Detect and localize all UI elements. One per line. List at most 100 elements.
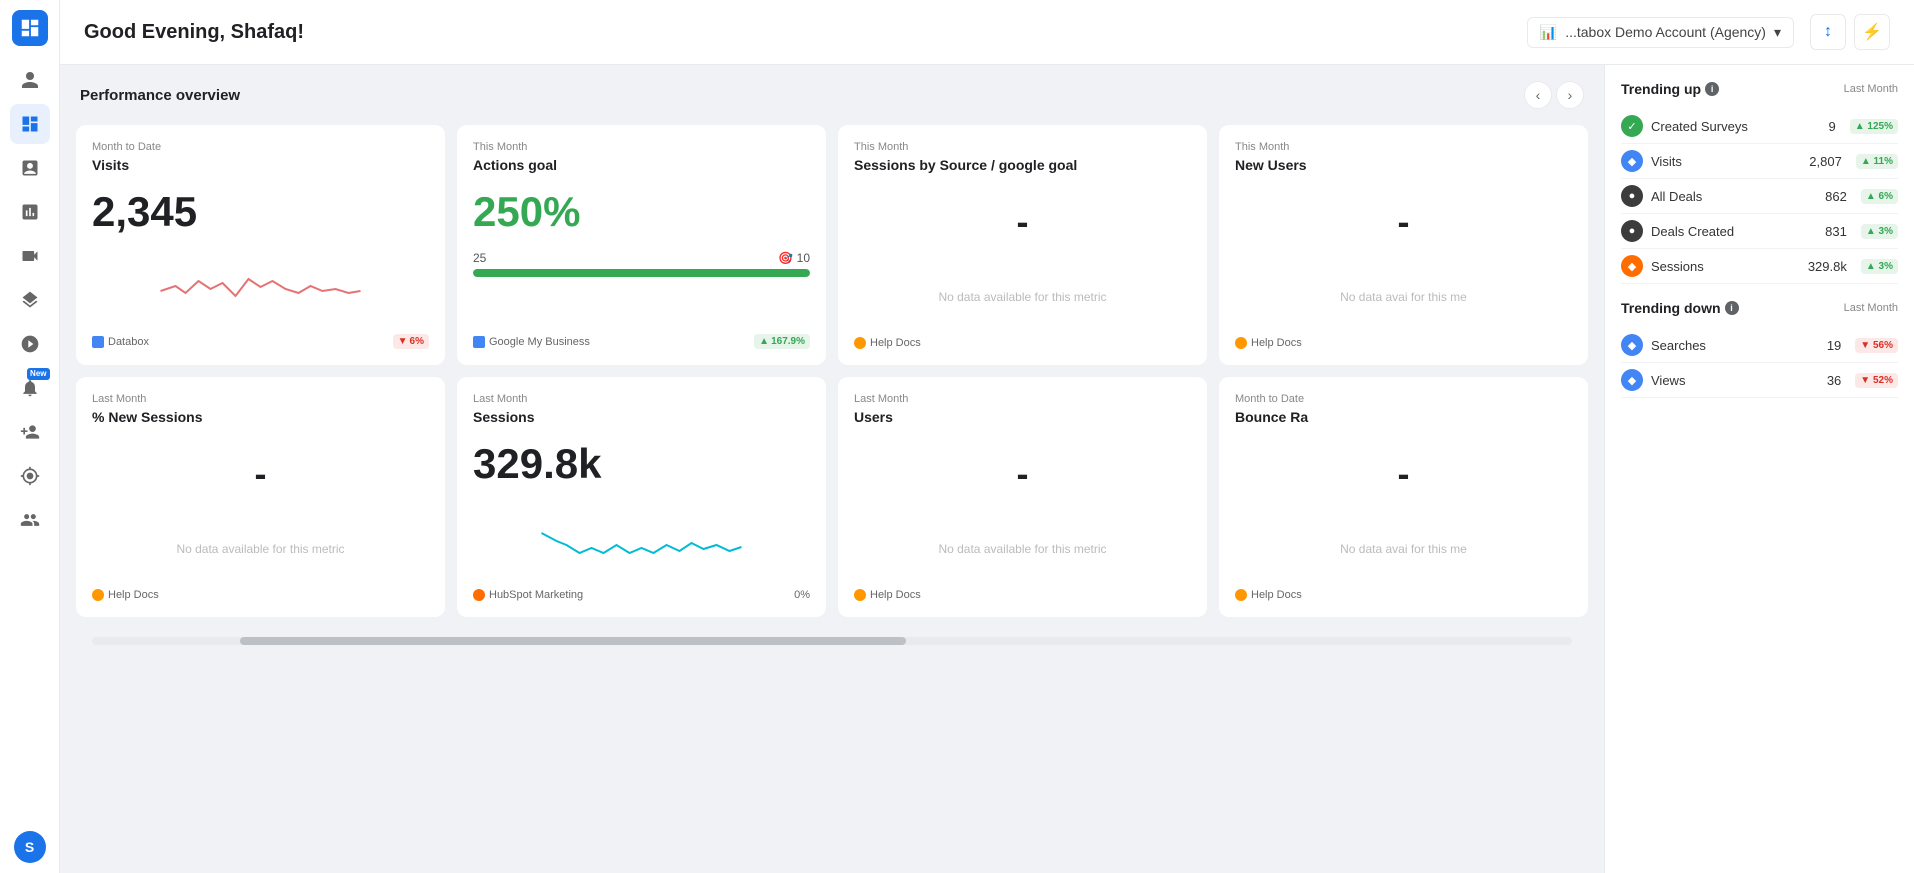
main-content: Good Evening, Shafaq! 📊 ...tabox Demo Ac… [60, 0, 1914, 873]
progress-bar-fill [473, 269, 810, 277]
sessions-icon: ◆ [1621, 255, 1643, 277]
card-footer: Help Docs [854, 337, 1191, 349]
sidebar-item-settings[interactable] [10, 456, 50, 496]
source-label: Help Docs [870, 589, 921, 601]
progress-row: 25 🎯 10 [473, 251, 810, 265]
created-surveys-icon: ✓ [1621, 115, 1643, 137]
sidebar-item-layers[interactable] [10, 280, 50, 320]
sidebar-item-reports[interactable] [10, 192, 50, 232]
scrollbar-track [92, 637, 1572, 645]
trending-item-visits: ◆ Visits 2,807 ▲ 11% [1621, 144, 1898, 179]
trending-down-title: Trending down i [1621, 300, 1739, 316]
trending-item-name: Sessions [1651, 259, 1800, 274]
last-month-label: Last Month [1844, 83, 1898, 95]
sessions-sparkline [473, 503, 810, 563]
card-footer: Help Docs [854, 589, 1191, 601]
card-period: Last Month [473, 393, 810, 405]
card-value: 250% [473, 189, 810, 235]
trending-item-all-deals: ● All Deals 862 ▲ 6% [1621, 179, 1898, 214]
trending-item-value: 862 [1825, 189, 1847, 204]
change-badge: ▲ 167.9% [754, 334, 810, 349]
card-title: Sessions by Source / google goal [854, 157, 1191, 173]
right-sidebar: Trending up i Last Month ✓ Created Surve… [1604, 65, 1914, 873]
source-label: Help Docs [870, 337, 921, 349]
trending-badge: ▼ 56% [1855, 338, 1898, 353]
card-period: This Month [1235, 141, 1572, 153]
trending-item-name: Deals Created [1651, 224, 1817, 239]
sort-icon-button[interactable]: ↕ [1810, 14, 1846, 50]
sidebar-item-add-user[interactable] [10, 412, 50, 452]
account-selector[interactable]: 📊 ...tabox Demo Account (Agency) ▾ [1527, 17, 1794, 48]
card-visits: Month to Date Visits 2,345 Databox ▼ 6% [76, 125, 445, 365]
performance-overview-title: Performance overview [80, 87, 240, 104]
card-title: Sessions [473, 409, 810, 425]
source-label: Help Docs [1251, 337, 1302, 349]
sidebar-item-user-profile[interactable] [10, 60, 50, 100]
trending-item-name: Created Surveys [1651, 119, 1821, 134]
card-users: Last Month Users - No data available for… [838, 377, 1207, 617]
card-source: Help Docs [1235, 337, 1302, 349]
card-source: HubSpot Marketing [473, 589, 583, 601]
no-data-text: No data available for this metric [938, 522, 1106, 576]
card-period: This Month [854, 141, 1191, 153]
progress-bar-bg [473, 269, 810, 277]
searches-icon: ◆ [1621, 334, 1643, 356]
trending-item-value: 9 [1829, 119, 1836, 134]
no-data-text: No data avai for this me [1340, 522, 1467, 576]
trending-down-header: Trending down i Last Month [1621, 300, 1898, 316]
card-title: Bounce Ra [1235, 409, 1572, 425]
trending-item-value: 36 [1827, 373, 1841, 388]
source-label: Databox [108, 336, 149, 348]
card-title: Users [854, 409, 1191, 425]
trending-item-value: 19 [1827, 338, 1841, 353]
next-arrow[interactable]: › [1556, 81, 1584, 109]
trending-item-sessions: ◆ Sessions 329.8k ▲ 3% [1621, 249, 1898, 284]
prev-arrow[interactable]: ‹ [1524, 81, 1552, 109]
sidebar: New S [0, 0, 60, 873]
info-icon[interactable]: i [1705, 82, 1719, 96]
card-period: Month to Date [92, 141, 429, 153]
cards-row-2: Last Month % New Sessions - No data avai… [76, 377, 1588, 617]
card-sessions-source: This Month Sessions by Source / google g… [838, 125, 1207, 365]
card-sessions: Last Month Sessions 329.8k HubSpot Marke… [457, 377, 826, 617]
progress-section: 25 🎯 10 [473, 251, 810, 277]
trending-item-value: 831 [1825, 224, 1847, 239]
sidebar-item-dashboard[interactable] [10, 104, 50, 144]
trending-item-name: Visits [1651, 154, 1801, 169]
visits-icon: ◆ [1621, 150, 1643, 172]
trending-item-name: All Deals [1651, 189, 1817, 204]
sidebar-item-target[interactable] [10, 324, 50, 364]
trending-item-views: ◆ Views 36 ▼ 52% [1621, 363, 1898, 398]
card-source: Help Docs [854, 337, 921, 349]
card-footer: Help Docs [1235, 337, 1572, 349]
account-icon: 📊 [1540, 24, 1557, 41]
app-logo[interactable] [12, 10, 48, 46]
card-source: Help Docs [854, 589, 921, 601]
user-avatar[interactable]: S [14, 831, 46, 863]
page-title: Good Evening, Shafaq! [84, 21, 1511, 44]
horizontal-scrollbar[interactable] [76, 629, 1588, 645]
trending-item-value: 2,807 [1809, 154, 1842, 169]
card-dash: - [1235, 453, 1572, 495]
info-icon[interactable]: i [1725, 301, 1739, 315]
trending-badge: ▲ 3% [1861, 259, 1898, 274]
pulse-icon-button[interactable]: ⚡ [1854, 14, 1890, 50]
sidebar-item-notifications[interactable]: New [10, 368, 50, 408]
source-label: HubSpot Marketing [489, 589, 583, 601]
sidebar-item-video[interactable] [10, 236, 50, 276]
last-month-label: Last Month [1844, 302, 1898, 314]
sidebar-item-team[interactable] [10, 500, 50, 540]
trending-badge: ▼ 52% [1855, 373, 1898, 388]
sidebar-item-numbers[interactable] [10, 148, 50, 188]
card-dash: - [92, 453, 429, 495]
card-period: This Month [473, 141, 810, 153]
trending-item-name: Searches [1651, 338, 1819, 353]
card-title: Actions goal [473, 157, 810, 173]
card-footer: Help Docs [1235, 589, 1572, 601]
visits-sparkline [92, 251, 429, 311]
no-data-text: No data avai for this me [1340, 270, 1467, 324]
progress-current: 25 [473, 251, 486, 265]
card-footer: HubSpot Marketing 0% [473, 589, 810, 601]
card-value: 329.8k [473, 441, 810, 487]
trending-up-section: Trending up i Last Month ✓ Created Surve… [1621, 81, 1898, 284]
